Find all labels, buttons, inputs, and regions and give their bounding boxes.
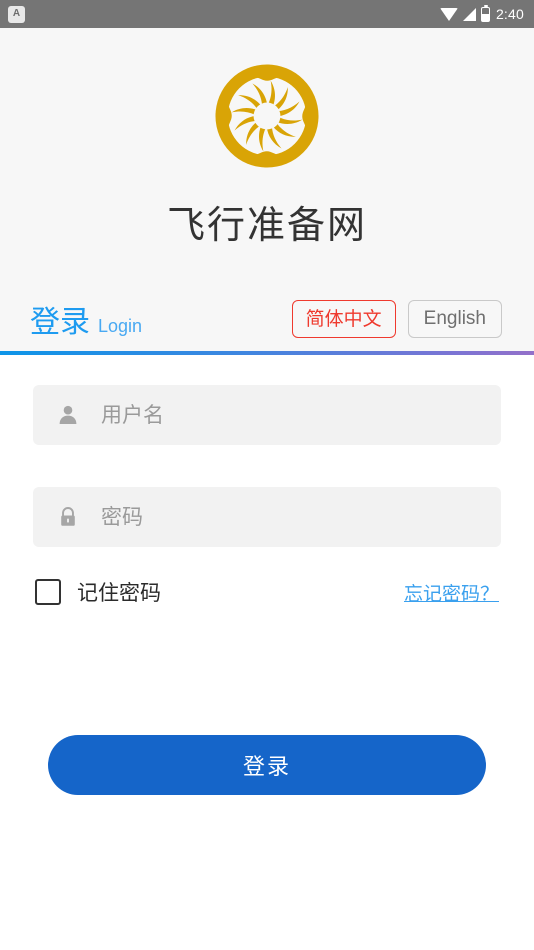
tab-login[interactable]: 登录 Login [30, 297, 142, 341]
language-button-chinese[interactable]: 简体中文 [291, 299, 396, 339]
page-title: 飞行准备网 [166, 203, 367, 247]
password-field-container[interactable] [33, 487, 501, 547]
wifi-icon [439, 7, 458, 21]
lock-icon [55, 504, 81, 530]
tab-login-label-en: Login [98, 316, 143, 336]
remember-password-label: 记住密码 [77, 581, 161, 605]
status-bar-right: 2:40 [439, 4, 524, 22]
brand-section: 飞行准备网 登录 Login 简体中文 English [0, 28, 534, 351]
person-icon [55, 402, 81, 428]
login-screen: A 2:40 飞行准备网 登录 Login 简体中文 English 用户名 记… [0, 0, 534, 950]
remember-password-group[interactable]: 记住密码 [35, 577, 161, 607]
username-field-container[interactable] [33, 385, 501, 445]
golden-sun-bird-logo [215, 64, 319, 168]
tab-login-label-cn: 登录 [30, 305, 90, 340]
login-button[interactable]: 登录 [48, 735, 486, 795]
app-notification-icon: A [8, 5, 25, 23]
submit-wrap: 登录 [33, 735, 501, 795]
login-form: 记住密码 忘记密码？ 登录 [0, 355, 534, 950]
password-input[interactable] [101, 505, 479, 529]
language-button-english[interactable]: English [407, 299, 502, 339]
signal-icon [462, 7, 476, 21]
status-bar-clock: 2:40 [495, 6, 524, 22]
logo-wrap [0, 60, 534, 172]
forgot-password-link[interactable]: 忘记密码？ [404, 579, 499, 606]
header-row: 登录 Login 简体中文 English [0, 287, 534, 351]
username-input[interactable] [101, 403, 479, 427]
options-row: 记住密码 忘记密码？ [33, 577, 501, 607]
language-switcher: 简体中文 English [291, 299, 502, 339]
remember-password-checkbox[interactable] [35, 579, 61, 605]
status-bar: A 2:40 [0, 0, 534, 28]
battery-icon [480, 4, 490, 22]
status-bar-left: A [8, 5, 25, 23]
